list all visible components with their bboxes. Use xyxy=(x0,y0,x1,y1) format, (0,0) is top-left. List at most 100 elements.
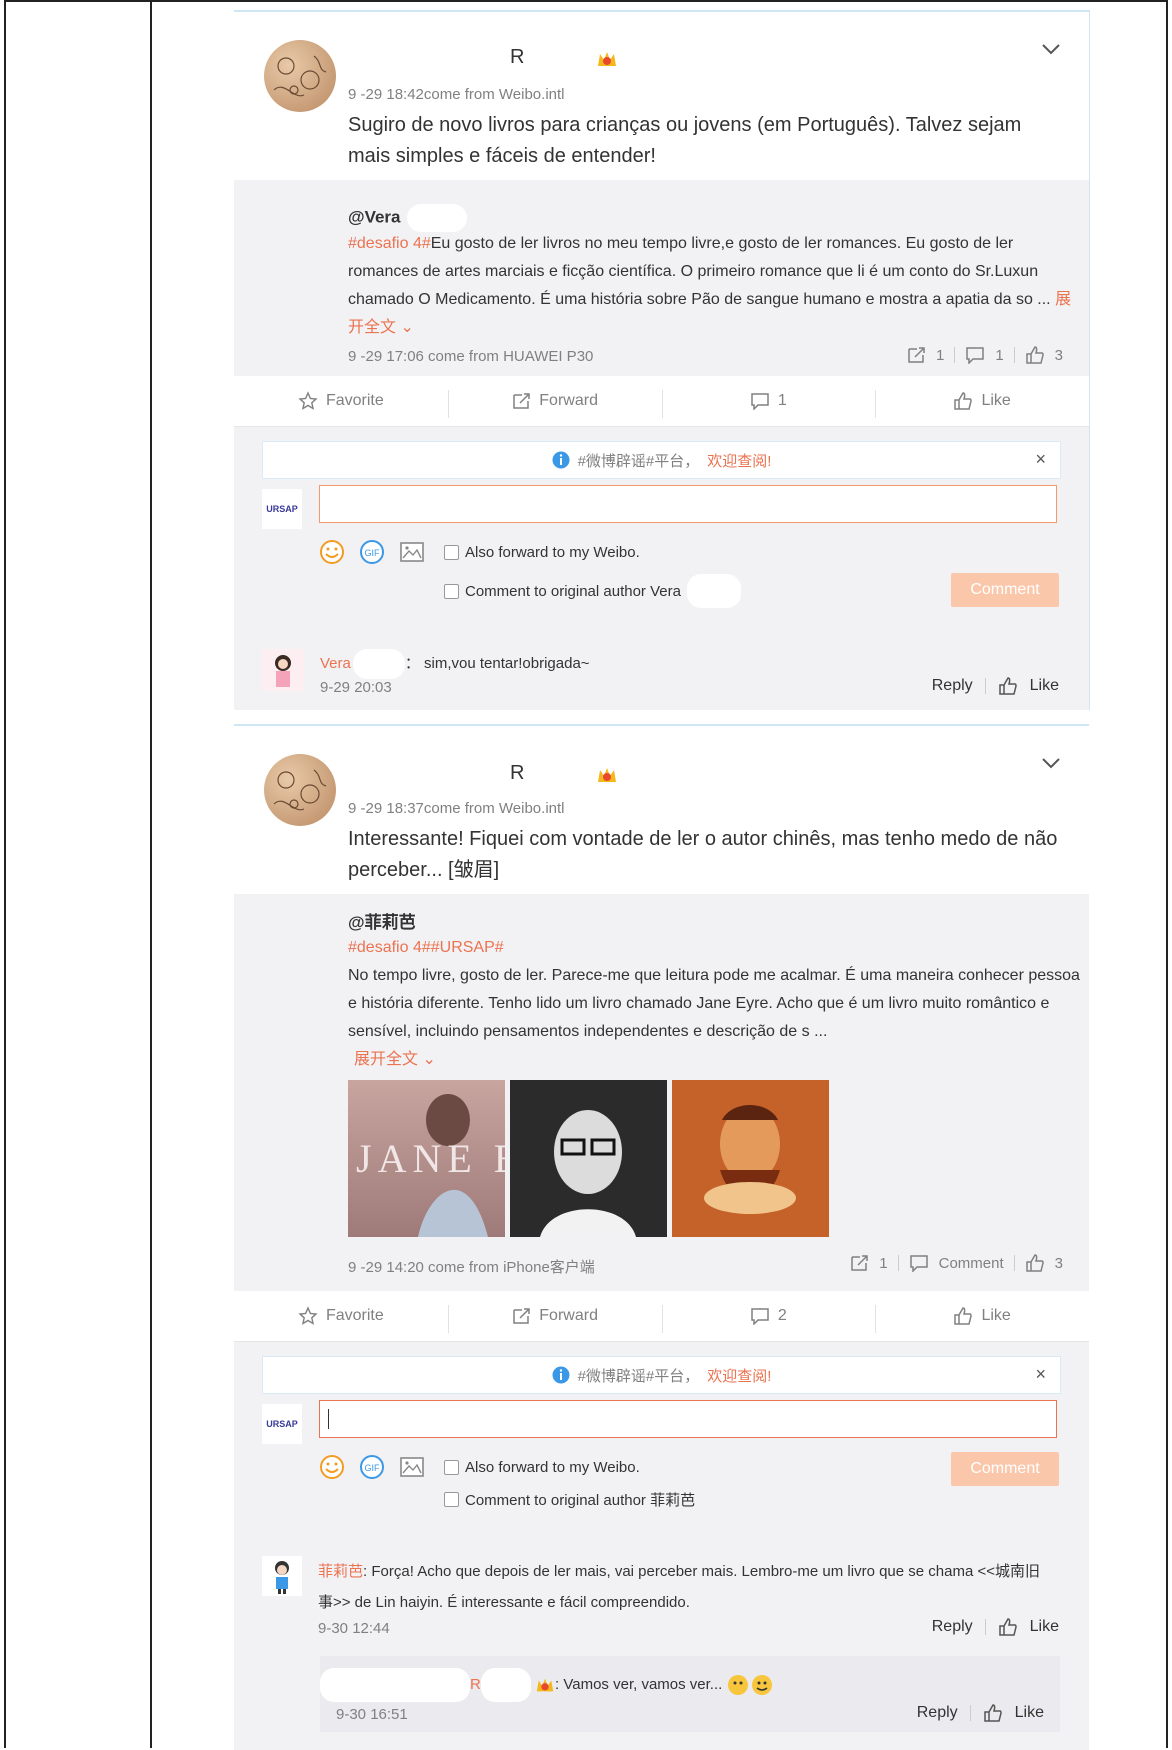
reply-like-button[interactable]: Like xyxy=(1015,1704,1044,1722)
forward-button[interactable]: Forward xyxy=(447,390,662,418)
painting-image[interactable] xyxy=(672,1080,829,1237)
like-button[interactable]: Like xyxy=(875,1305,1089,1333)
comment-submit-button[interactable]: Comment xyxy=(951,1452,1059,1486)
like-button[interactable]: Like xyxy=(875,390,1089,418)
forward-icon xyxy=(513,393,531,409)
quoted-stats: 1 Comment 3 xyxy=(849,1254,1063,1272)
user-avatar[interactable] xyxy=(264,40,336,112)
star-icon xyxy=(298,391,318,410)
reply-like-button[interactable]: Like xyxy=(1030,677,1059,695)
reply-actions: Reply Like xyxy=(932,677,1059,695)
notice-bar: #微博辟谣#平台， 欢迎查阅! × xyxy=(262,1356,1061,1394)
expand-link[interactable]: 展开全文 ⌄ xyxy=(354,1046,1172,1074)
reply: 菲莉芭: Força! Acho que depois de ler mais,… xyxy=(318,1563,1040,1611)
gif-icon[interactable]: GIF xyxy=(359,539,385,565)
image-icon[interactable] xyxy=(399,539,425,565)
sub-reply-actions: Reply Like xyxy=(917,1704,1044,1722)
reply-avatar[interactable] xyxy=(262,649,304,691)
reply-time: 9-30 12:44 xyxy=(318,1620,390,1637)
notice-bar: #微博辟谣#平台， 欢迎查阅! × xyxy=(262,441,1061,479)
quoted-post: @菲莉芭 #desafio 4##URSAP# No tempo livre, … xyxy=(234,894,1089,1291)
comment-input[interactable] xyxy=(319,1400,1057,1438)
emoji-icon[interactable] xyxy=(319,1454,345,1480)
weibo-post: R 9 -29 18:37come from Weibo.intl Intere… xyxy=(234,724,1089,1750)
forward-icon[interactable] xyxy=(906,346,926,364)
like-icon xyxy=(954,392,973,410)
quoted-text: #desafio 4#Eu gosto de ler livros no meu… xyxy=(348,235,1072,336)
close-icon[interactable]: × xyxy=(1035,1364,1046,1385)
svg-text:GIF: GIF xyxy=(365,1463,381,1473)
sub-reply-content: R : Vamos ver, vamos ver... xyxy=(320,1668,774,1702)
original-author-option[interactable]: Comment to original author Vera xyxy=(444,574,741,608)
like-icon[interactable] xyxy=(983,1704,1003,1722)
like-icon[interactable] xyxy=(998,1618,1018,1636)
reply-author[interactable]: 菲莉芭 xyxy=(318,1563,363,1580)
chevron-down-icon[interactable] xyxy=(1041,42,1061,56)
forward-checkbox[interactable] xyxy=(444,1460,459,1475)
comment-submit-button[interactable]: Comment xyxy=(951,573,1059,607)
like-icon[interactable] xyxy=(998,677,1018,695)
forward-checkbox[interactable] xyxy=(444,545,459,560)
original-author-option[interactable]: Comment to original author 菲莉芭 xyxy=(444,1489,695,1510)
sub-reply: R : Vamos ver, vamos ver... 9-30 16:51 R… xyxy=(320,1656,1060,1732)
quoted-user[interactable]: @Vera xyxy=(348,204,467,232)
user-name[interactable]: R xyxy=(510,762,524,785)
comment-button[interactable]: 1 xyxy=(661,390,876,418)
reply-avatar[interactable] xyxy=(262,1556,302,1596)
emoji-icon[interactable] xyxy=(319,539,345,565)
comment-tools: GIF xyxy=(319,1454,425,1480)
original-author-checkbox[interactable] xyxy=(444,583,459,599)
comment-tools: GIF xyxy=(319,539,425,565)
action-bar: Favorite Forward 1 Like xyxy=(234,376,1089,427)
info-icon xyxy=(552,451,570,469)
quoted-post: @Vera #desafio 4#Eu gosto de ler livros … xyxy=(234,180,1089,376)
forward-icon[interactable] xyxy=(849,1254,869,1272)
image-icon[interactable] xyxy=(399,1454,425,1480)
favorite-button[interactable]: Favorite xyxy=(234,1306,448,1326)
portrait-image[interactable] xyxy=(510,1080,667,1237)
forward-icon xyxy=(513,1308,531,1324)
weibo-post: R 9 -29 18:42come from Weibo.intl Sugiro… xyxy=(234,10,1090,710)
quoted-user[interactable]: @菲莉芭 xyxy=(348,908,416,933)
user-avatar[interactable] xyxy=(264,754,336,826)
reply-author[interactable]: Vera xyxy=(320,655,351,672)
post-text: Interessante! Fiquei com vontade de ler … xyxy=(348,828,1058,881)
gif-icon[interactable]: GIF xyxy=(359,1454,385,1480)
comment-icon[interactable] xyxy=(909,1254,929,1272)
original-author-checkbox[interactable] xyxy=(444,1492,459,1507)
reply-like-button[interactable]: Like xyxy=(1030,1618,1059,1636)
notice-link[interactable]: 欢迎查阅! xyxy=(707,1365,771,1386)
column-divider xyxy=(150,0,152,1748)
quoted-meta: 9 -29 14:20 come from iPhone客户端 xyxy=(348,1259,595,1276)
emoji-icon xyxy=(728,1675,773,1695)
svg-text:JANE EYRE: JANE EYRE xyxy=(356,1136,505,1181)
comment-icon[interactable] xyxy=(965,346,985,364)
comment-button[interactable]: 2 xyxy=(661,1305,876,1333)
comment-icon xyxy=(751,393,769,410)
favorite-button[interactable]: Favorite xyxy=(234,391,448,411)
forward-option[interactable]: Also forward to my Weibo. xyxy=(444,544,640,561)
notice-link[interactable]: 欢迎查阅! xyxy=(707,450,771,471)
reply-time: 9-29 20:03 xyxy=(320,679,392,696)
book-cover-image[interactable]: JANE EYRE xyxy=(348,1080,505,1237)
quoted-meta: 9 -29 17:06 come from HUAWEI P30 xyxy=(348,348,594,365)
close-icon[interactable]: × xyxy=(1035,449,1046,470)
star-icon xyxy=(298,1306,318,1325)
vip-badge-icon xyxy=(598,768,616,782)
sub-reply-author[interactable]: R xyxy=(470,1676,481,1693)
post-text: Sugiro de novo livros para crianças ou j… xyxy=(348,114,1022,167)
reply-button[interactable]: Reply xyxy=(932,1618,973,1636)
chevron-down-icon[interactable] xyxy=(1041,756,1061,770)
vip-badge-icon xyxy=(598,52,616,66)
comment-icon xyxy=(751,1308,769,1325)
reply-button[interactable]: Reply xyxy=(917,1704,958,1722)
my-avatar: URSAP xyxy=(262,1404,302,1444)
reply: Vera： sim,vou tentar!obrigada~ xyxy=(320,649,590,679)
reply-button[interactable]: Reply xyxy=(932,677,973,695)
comment-input[interactable] xyxy=(319,485,1057,523)
forward-button[interactable]: Forward xyxy=(447,1305,662,1333)
user-name[interactable]: R xyxy=(510,46,524,69)
forward-option[interactable]: Also forward to my Weibo. xyxy=(444,1459,640,1476)
like-icon[interactable] xyxy=(1025,1254,1045,1272)
like-icon[interactable] xyxy=(1025,346,1045,364)
